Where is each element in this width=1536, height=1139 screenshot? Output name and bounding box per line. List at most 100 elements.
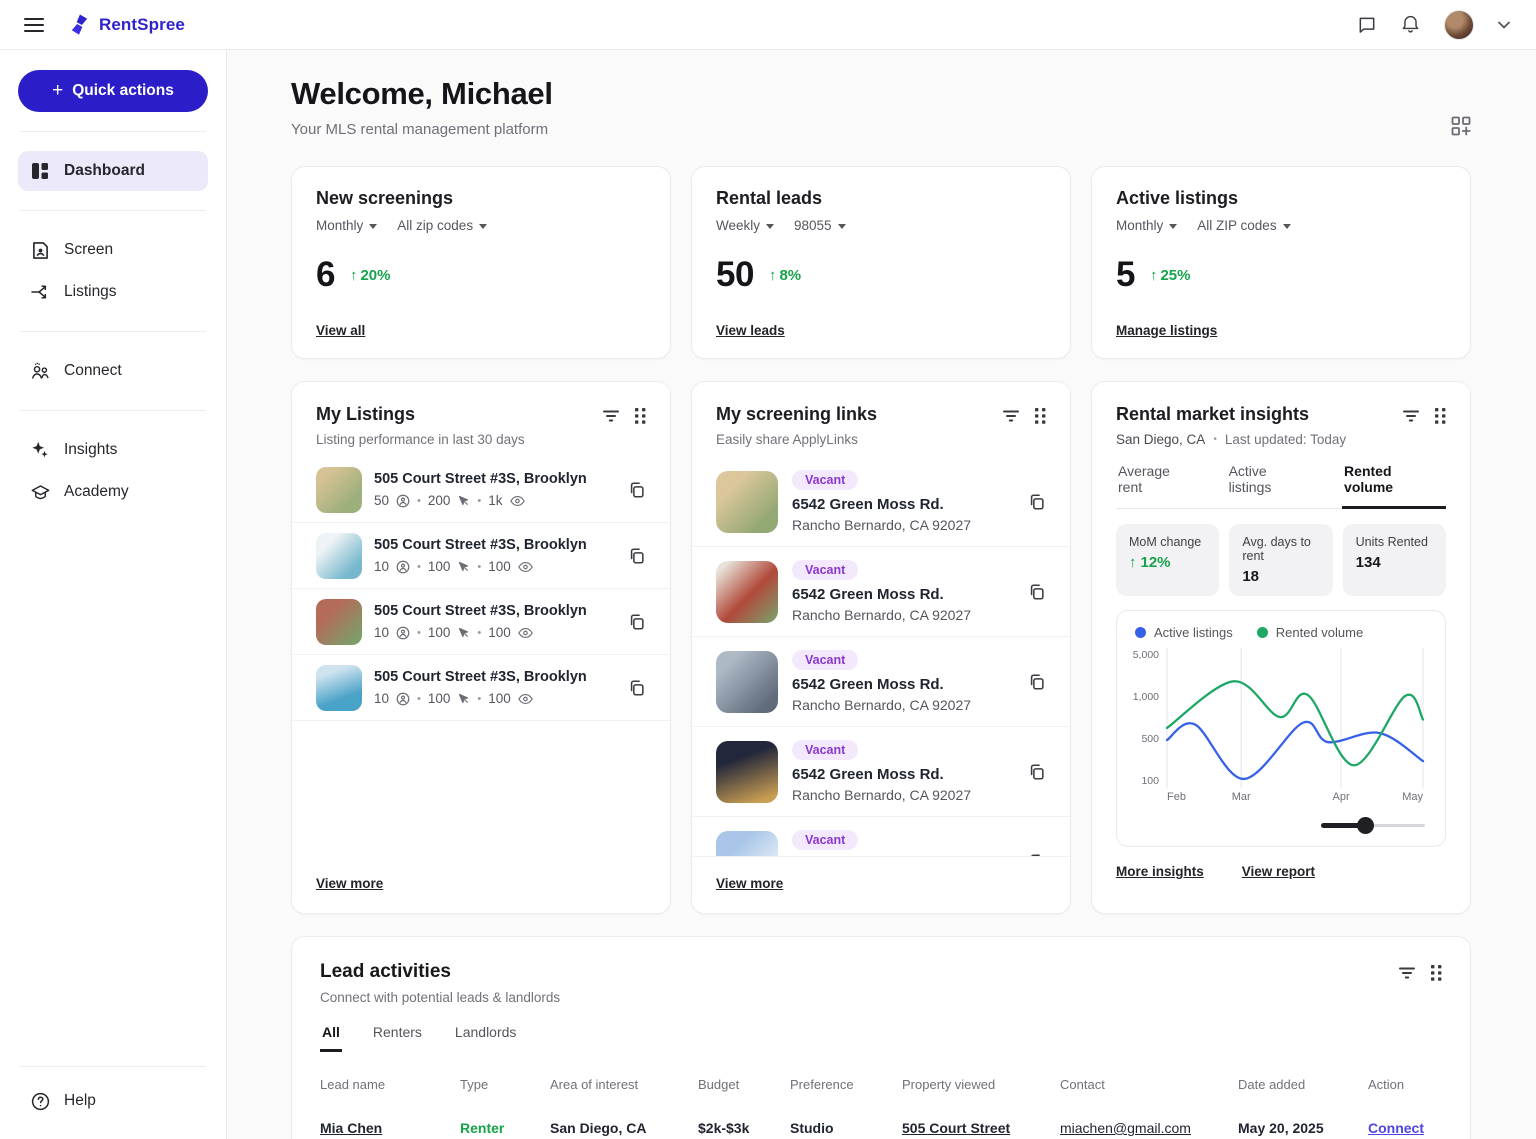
chart-range-slider[interactable] bbox=[1321, 816, 1425, 834]
property-city: Rancho Bernardo, CA 92027 bbox=[792, 517, 971, 533]
view-leads-link[interactable]: View leads bbox=[716, 323, 785, 338]
svg-text:1,000: 1,000 bbox=[1133, 691, 1159, 703]
sidebar-item-label: Academy bbox=[64, 483, 129, 501]
up-arrow-icon: ↑ bbox=[1129, 554, 1137, 571]
view-more-link[interactable]: View more bbox=[716, 876, 783, 891]
lead-contact-link[interactable]: miachen@gmail.com bbox=[1060, 1100, 1238, 1139]
messages-icon[interactable] bbox=[1357, 15, 1377, 35]
quick-actions-button[interactable]: + Quick actions bbox=[18, 70, 208, 112]
tab-landlords[interactable]: Landlords bbox=[453, 1024, 519, 1052]
listing-row[interactable]: 505 Court Street #3S, Brooklyn 10 • 100 … bbox=[292, 655, 670, 721]
listing-row[interactable]: 505 Court Street #3S, Brooklyn 10 • 100 … bbox=[292, 523, 670, 589]
legend-active-listings: Active listings bbox=[1135, 625, 1233, 640]
listing-row[interactable]: 505 Court Street #3S, Brooklyn 50 • 200 … bbox=[292, 457, 670, 523]
vacant-badge: Vacant bbox=[792, 650, 858, 670]
sidebar-item-insights[interactable]: Insights bbox=[18, 430, 208, 470]
sidebar-item-dashboard[interactable]: Dashboard bbox=[18, 151, 208, 191]
screening-link-row[interactable]: Vacant 6542 Green Moss Rd. Rancho Bernar… bbox=[692, 547, 1070, 637]
zip-dropdown[interactable]: All ZIP codes bbox=[1197, 218, 1290, 233]
sidebar-item-listings[interactable]: Listings bbox=[18, 272, 208, 312]
account-chevron-down-icon[interactable] bbox=[1498, 21, 1510, 29]
topbar: RentSpree bbox=[0, 0, 1536, 50]
filter-icon[interactable] bbox=[1403, 408, 1419, 424]
property-address: 6542 Green Moss Rd. bbox=[792, 766, 971, 783]
notifications-bell-icon[interactable] bbox=[1401, 14, 1420, 35]
listing-row[interactable]: 505 Court Street #3S, Brooklyn 10 • 100 … bbox=[292, 589, 670, 655]
screening-links-card: My screening links Easily share ApplyLin… bbox=[691, 381, 1071, 914]
views-eye-icon bbox=[518, 627, 533, 639]
view-all-link[interactable]: View all bbox=[316, 323, 365, 338]
tab-rented-volume[interactable]: Rented volume bbox=[1342, 463, 1446, 509]
period-dropdown[interactable]: Monthly bbox=[1116, 218, 1177, 233]
sidebar-item-connect[interactable]: Connect bbox=[18, 351, 208, 391]
copy-link-icon[interactable] bbox=[628, 679, 646, 697]
avatar[interactable] bbox=[1444, 10, 1474, 40]
leads-person-icon bbox=[396, 626, 410, 640]
copy-link-icon[interactable] bbox=[1028, 583, 1046, 601]
filter-icon[interactable] bbox=[1399, 965, 1415, 981]
leads-table-header: Lead name Type Area of interest Budget P… bbox=[320, 1069, 1442, 1100]
insights-last-updated: Last updated: Today bbox=[1225, 432, 1346, 447]
svg-text:500: 500 bbox=[1141, 733, 1159, 745]
tab-average-rent[interactable]: Average rent bbox=[1116, 463, 1200, 509]
zip-dropdown[interactable]: 98055 bbox=[794, 218, 846, 233]
period-dropdown[interactable]: Monthly bbox=[316, 218, 377, 233]
view-report-link[interactable]: View report bbox=[1242, 864, 1315, 879]
copy-link-icon[interactable] bbox=[628, 481, 646, 499]
drag-handle-icon[interactable] bbox=[635, 408, 646, 424]
chevron-down-icon bbox=[1169, 224, 1177, 229]
tab-active-listings[interactable]: Active listings bbox=[1227, 463, 1315, 509]
drag-handle-icon[interactable] bbox=[1435, 408, 1446, 424]
copy-link-icon[interactable] bbox=[1028, 763, 1046, 781]
sidebar: + Quick actions Dashboard Screen Listing… bbox=[0, 50, 227, 1139]
hamburger-menu-icon[interactable] bbox=[24, 17, 44, 33]
bullet-separator: • bbox=[1213, 434, 1217, 445]
sidebar-item-label: Listings bbox=[64, 283, 117, 301]
views-eye-icon bbox=[518, 561, 533, 573]
screening-link-row[interactable]: Vacant 6542 Green Moss Rd. Rancho Bernar… bbox=[692, 637, 1070, 727]
slider-knob[interactable] bbox=[1357, 817, 1374, 834]
sidebar-item-label: Dashboard bbox=[64, 162, 145, 180]
drag-handle-icon[interactable] bbox=[1035, 408, 1046, 424]
sidebar-item-help[interactable]: Help bbox=[18, 1081, 208, 1121]
sidebar-item-label: Connect bbox=[64, 362, 122, 380]
drag-handle-icon[interactable] bbox=[1431, 965, 1442, 981]
copy-link-icon[interactable] bbox=[1028, 493, 1046, 511]
property-viewed-link[interactable]: 505 Court Street bbox=[902, 1100, 1060, 1139]
copy-link-icon[interactable] bbox=[628, 613, 646, 631]
copy-link-icon[interactable] bbox=[1028, 673, 1046, 691]
more-insights-link[interactable]: More insights bbox=[1116, 864, 1204, 879]
vacant-badge: Vacant bbox=[792, 560, 858, 580]
screening-link-row[interactable]: Vacant 6542 Green Moss Rd. Rancho Bernar… bbox=[692, 727, 1070, 817]
lead-name-link[interactable]: Mia Chen bbox=[320, 1100, 460, 1139]
chart-panel: Active listings Rented volume FebMarAprM… bbox=[1116, 610, 1446, 847]
screening-link-row[interactable]: Vacant 6542 Green Moss Rd. Rancho Bernar… bbox=[692, 457, 1070, 547]
copy-link-icon[interactable] bbox=[628, 547, 646, 565]
lead-budget: $2k-$3k bbox=[698, 1100, 790, 1139]
lead-activities-card: Lead activities Connect with potential l… bbox=[291, 936, 1471, 1139]
zip-dropdown[interactable]: All zip codes bbox=[397, 218, 487, 233]
manage-listings-link[interactable]: Manage listings bbox=[1116, 323, 1217, 338]
view-more-link[interactable]: View more bbox=[316, 876, 383, 891]
add-widget-grid-plus-icon[interactable] bbox=[1451, 116, 1471, 136]
sidebar-item-screen[interactable]: Screen bbox=[18, 230, 208, 270]
sidebar-item-academy[interactable]: Academy bbox=[18, 472, 208, 512]
filter-icon[interactable] bbox=[603, 408, 619, 424]
period-dropdown[interactable]: Weekly bbox=[716, 218, 774, 233]
help-question-icon bbox=[30, 1092, 50, 1111]
tab-renters[interactable]: Renters bbox=[371, 1024, 424, 1052]
chevron-down-icon bbox=[766, 224, 774, 229]
chip-units-rented: Units Rented 134 bbox=[1343, 524, 1446, 596]
up-arrow-icon: ↑ bbox=[769, 267, 777, 284]
academy-graduation-cap-icon bbox=[30, 484, 50, 501]
connect-action-link[interactable]: Connect bbox=[1368, 1100, 1444, 1139]
chevron-down-icon bbox=[479, 224, 487, 229]
lead-preference: Studio bbox=[790, 1100, 902, 1139]
rentspree-logo[interactable]: RentSpree bbox=[68, 13, 185, 36]
divider bbox=[20, 1066, 206, 1067]
vacant-badge: Vacant bbox=[792, 740, 858, 760]
filter-icon[interactable] bbox=[1003, 408, 1019, 424]
screen-document-icon bbox=[30, 241, 50, 260]
tab-all[interactable]: All bbox=[320, 1024, 342, 1052]
lead-tabs: All Renters Landlords bbox=[320, 1024, 1442, 1051]
